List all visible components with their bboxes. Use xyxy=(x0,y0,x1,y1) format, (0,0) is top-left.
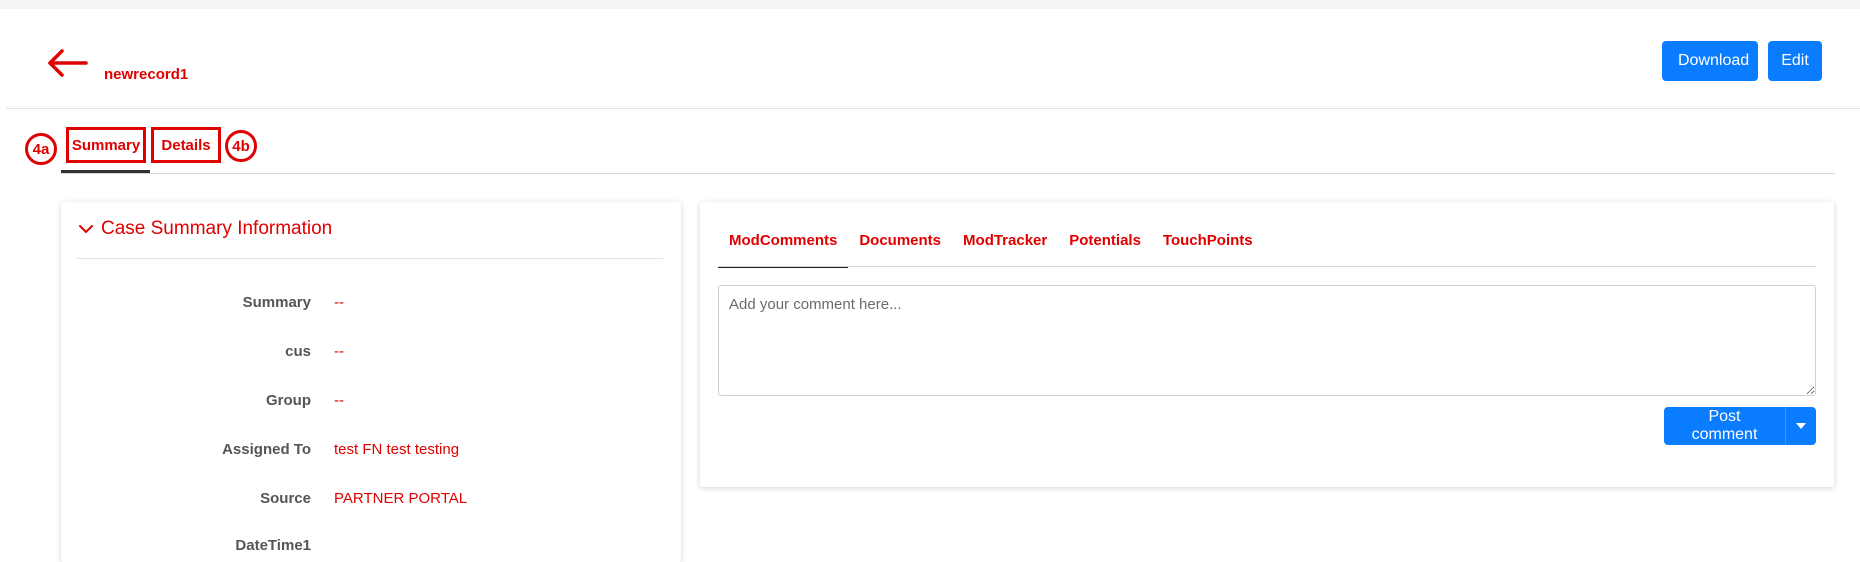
field-row-cus: cus -- xyxy=(61,343,681,367)
field-row-datetime1: DateTime1 xyxy=(61,537,681,561)
tab-potentials[interactable]: Potentials xyxy=(1058,202,1152,266)
caret-down-icon xyxy=(1796,423,1806,429)
related-panel: ModComments Documents ModTracker Potenti… xyxy=(700,202,1834,487)
field-value: PARTNER PORTAL xyxy=(334,490,468,507)
post-options-dropdown[interactable] xyxy=(1785,407,1816,445)
download-button[interactable]: Download xyxy=(1662,41,1758,81)
top-strip xyxy=(0,0,1860,9)
field-label: cus xyxy=(285,343,311,360)
record-header: newrecord1 Download Edit xyxy=(6,9,1860,109)
tab-modtracker[interactable]: ModTracker xyxy=(952,202,1058,266)
record-name: newrecord1 xyxy=(104,66,189,83)
field-row-source: Source PARTNER PORTAL xyxy=(61,490,681,514)
post-comment-button[interactable]: Post comment xyxy=(1664,407,1785,445)
field-label: Summary xyxy=(242,294,311,311)
field-row-group: Group -- xyxy=(61,392,681,416)
chevron-down-icon xyxy=(79,225,93,233)
tab-touchpoints[interactable]: TouchPoints xyxy=(1152,202,1264,266)
tab-details[interactable]: Details xyxy=(151,127,221,163)
field-row-summary: Summary -- xyxy=(61,294,681,318)
field-row-assigned-to: Assigned To test FN test testing xyxy=(61,441,681,465)
field-label: Assigned To xyxy=(222,441,311,458)
field-label: Source xyxy=(260,490,311,507)
field-label: DateTime1 xyxy=(235,537,311,554)
tab-summary[interactable]: Summary xyxy=(66,127,146,163)
field-value: -- xyxy=(334,294,344,311)
tabs-divider xyxy=(61,173,1835,174)
card-divider xyxy=(77,258,663,259)
field-value: -- xyxy=(334,392,344,409)
edit-button[interactable]: Edit xyxy=(1768,41,1822,81)
field-value: -- xyxy=(334,343,344,360)
field-value: test FN test testing xyxy=(334,441,460,458)
related-tabs: ModComments Documents ModTracker Potenti… xyxy=(718,202,1264,268)
comment-input[interactable] xyxy=(718,285,1816,396)
arrow-left-icon[interactable] xyxy=(44,45,92,81)
case-summary-header[interactable]: Case Summary Information xyxy=(77,218,332,240)
tab-modcomments[interactable]: ModComments xyxy=(718,202,849,268)
case-summary-title: Case Summary Information xyxy=(101,218,333,239)
annotation-marker-4a: 4a xyxy=(25,133,57,165)
field-label: Group xyxy=(266,392,311,409)
annotation-marker-4b: 4b xyxy=(225,130,257,162)
post-comment-group: Post comment xyxy=(1664,407,1816,445)
tab-documents[interactable]: Documents xyxy=(848,202,952,266)
case-summary-card: Case Summary Information Summary -- cus … xyxy=(61,202,681,562)
related-tabs-divider xyxy=(718,266,1816,267)
